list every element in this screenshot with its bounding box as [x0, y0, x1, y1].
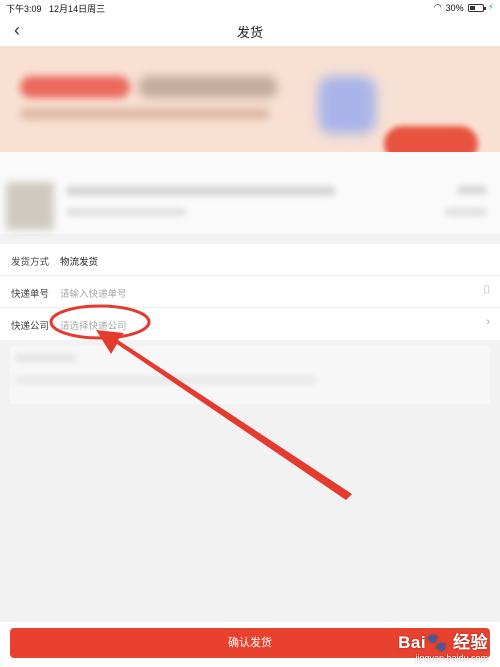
tracking-number-label: 快递单号 [11, 289, 50, 300]
product-price [458, 186, 486, 194]
status-date: 12月14日周三 [49, 4, 106, 14]
wifi-icon: ◠ [433, 2, 442, 12]
row-courier-company[interactable]: 快递公司 请选择快递公司 › [0, 308, 500, 340]
product-spec [66, 208, 186, 216]
remark-label [16, 354, 76, 362]
baidu-jingyan-watermark: Bai🐾 经验 jingyan.baidu.com [398, 628, 488, 663]
promo-banner[interactable] [0, 46, 500, 152]
remark-text [16, 376, 316, 384]
nav-bar: ‹ 发货 [0, 14, 500, 46]
shipping-form: 发货方式 物流发货 快递单号 请输入快递单号 ⌷ 快递公司 请选择快递公司 › [0, 244, 500, 340]
row-shipping-method: 发货方式 物流发货 [0, 244, 500, 276]
status-time: 下午3:09 [6, 4, 42, 14]
charging-icon: ⚡ [487, 2, 494, 12]
shipping-method-value: 物流发货 [60, 257, 99, 268]
banner-button[interactable] [384, 126, 478, 152]
product-thumbnail [6, 182, 54, 230]
battery-percent: 30% [445, 2, 464, 13]
product-card [0, 152, 500, 234]
row-tracking-number: 快递单号 请输入快递单号 ⌷ [0, 276, 500, 308]
scan-icon[interactable]: ⌷ [483, 284, 490, 297]
shipping-method-label: 发货方式 [11, 257, 50, 268]
banner-headline [138, 76, 278, 98]
status-right: ◠ 30% ⚡ [434, 2, 494, 13]
chevron-right-icon: › [486, 316, 490, 328]
courier-company-label: 快递公司 [11, 321, 50, 332]
watermark-logo: Bai🐾 经验 [398, 633, 488, 652]
status-bar: 下午3:09 12月14日周三 ◠ 30% ⚡ [0, 0, 500, 14]
watermark-url: jingyan.baidu.com [415, 653, 488, 663]
page-title: 发货 [236, 25, 263, 40]
remark-section [10, 346, 490, 404]
tracking-number-input[interactable]: 请输入快递单号 [60, 286, 127, 300]
banner-graphic [318, 76, 376, 134]
product-quantity [446, 208, 486, 216]
battery-icon [467, 3, 486, 12]
banner-tag [20, 76, 130, 98]
product-title [66, 186, 336, 196]
courier-company-select[interactable]: 请选择快递公司 [60, 318, 127, 332]
banner-subtitle [20, 108, 270, 120]
